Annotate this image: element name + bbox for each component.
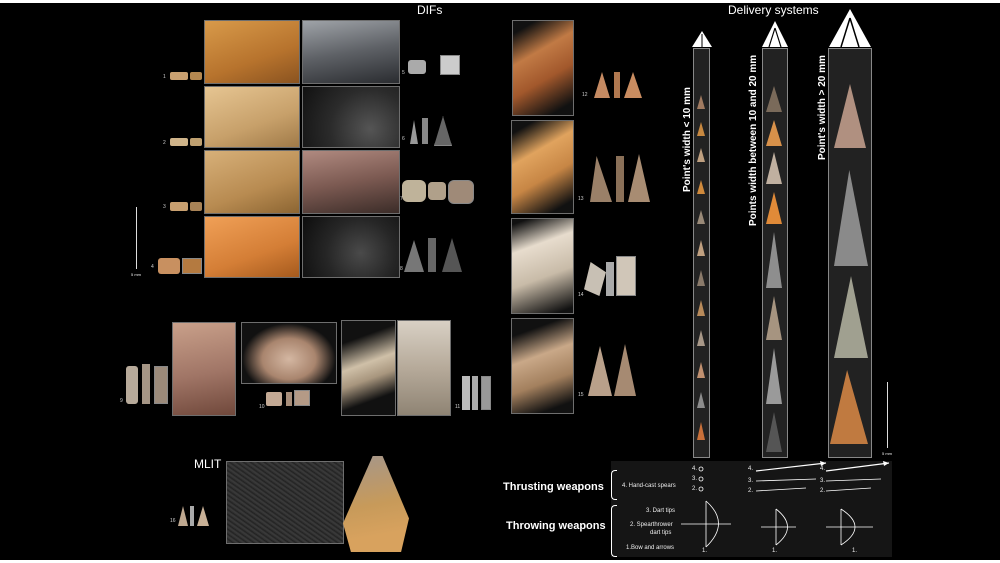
scale-label-right: 5 mm	[882, 451, 892, 456]
figure-number: 15	[578, 392, 584, 398]
artifact-thumb-10	[266, 392, 282, 406]
figure-number: 12	[582, 92, 588, 98]
micro-photo-14	[511, 218, 574, 314]
artifact-thumb-12	[594, 72, 610, 98]
figure-number: 5	[402, 70, 405, 76]
artifact-thumb-8c	[442, 238, 462, 272]
artifact-thumb-4	[158, 258, 180, 274]
artifact-thumb-8	[404, 240, 424, 272]
weapons-diagram	[681, 461, 890, 548]
difs-title: DIFs	[417, 3, 443, 17]
artifact-thumb-16	[178, 506, 188, 526]
micro-photo-11b	[397, 320, 451, 416]
artifact-thumb-9	[126, 366, 138, 404]
artifact-thumb-13	[590, 156, 612, 202]
micro-photo-10	[241, 322, 337, 384]
small-point-icon	[692, 31, 712, 47]
artifact-thumb-3	[170, 202, 188, 211]
artifact-thumb-2b	[190, 138, 202, 146]
figure-number: 16	[170, 518, 176, 524]
figure-number: 4	[151, 264, 154, 270]
micro-photo-4a	[204, 216, 300, 278]
figure-number: 11	[455, 404, 461, 410]
figure-number: 2	[163, 140, 166, 146]
artifact-thumb-8b	[428, 238, 436, 272]
artifact-thumb-16b	[190, 506, 194, 526]
figure-number: 9	[120, 398, 123, 404]
micro-photo-9	[172, 322, 236, 416]
artifact-thumb-15b	[614, 344, 636, 396]
figure-number: 6	[402, 136, 405, 142]
delivery-systems-title: Delivery systems	[728, 3, 819, 17]
micro-photo-13	[511, 120, 574, 214]
micro-photo-3a	[204, 150, 300, 214]
large-point-icon	[829, 9, 871, 48]
artifact-thumb-6c	[434, 116, 452, 146]
artifact-thumb-11c	[481, 376, 491, 410]
artifact-thumb-12b	[614, 72, 620, 98]
artifact-thumb-6b	[422, 118, 428, 144]
artifact-thumb-3b	[190, 202, 202, 211]
micro-photo-1a	[204, 20, 300, 84]
column-label-medium: Points width between 10 and 20 mm	[748, 54, 759, 226]
figure-number: 14	[578, 292, 584, 298]
scale-bar-left	[136, 207, 137, 269]
artifact-thumb-11	[462, 376, 470, 410]
mlit-title: MLIT	[194, 457, 222, 471]
artifact-thumb-6	[410, 120, 418, 144]
artifact-thumb-2	[170, 138, 188, 146]
micro-photo-11a	[341, 320, 396, 416]
artifact-thumb-7c	[448, 180, 474, 204]
artifact-thumb-16c	[197, 506, 209, 526]
figure-number: 7	[400, 196, 403, 202]
artifact-thumb-14b	[606, 262, 614, 296]
figure-number: 3	[163, 204, 166, 210]
artifact-thumb-9b	[142, 364, 150, 404]
artifact-thumb-14c	[616, 256, 636, 296]
column-label-large: Point's width > 20 mm	[817, 55, 828, 160]
micro-photo-1b	[302, 20, 400, 84]
artifact-thumb-13c	[628, 154, 650, 202]
artifact-thumb-13b	[616, 156, 624, 202]
thrusting-weapons-label: Thrusting weapons	[503, 481, 604, 493]
figure-number: 1	[163, 74, 166, 80]
micrograph-mlit	[226, 461, 344, 544]
artifact-thumb-10b	[286, 392, 292, 406]
artifact-thumb-5b	[440, 55, 460, 75]
column-label-small: Point's width < 10 mm	[682, 87, 693, 192]
artifact-thumb-15	[588, 346, 612, 396]
artifact-thumb-11b	[472, 376, 478, 410]
artifact-thumb-5	[408, 60, 426, 74]
artifact-thumb-4b	[182, 258, 202, 274]
medium-point-icon	[762, 21, 788, 48]
scale-label-left: 5 mm	[131, 272, 141, 277]
micro-photo-2b	[302, 86, 400, 148]
micro-photo-4b	[302, 216, 400, 278]
top-border	[0, 0, 1000, 3]
artifact-thumb-1b	[190, 72, 202, 80]
micro-photo-12	[512, 20, 574, 116]
figure-number: 8	[400, 266, 403, 272]
micro-photo-2a	[204, 86, 300, 148]
artifact-thumb-10c	[294, 390, 310, 406]
micro-photo-3b	[302, 150, 400, 214]
artifact-thumb-12c	[624, 72, 642, 98]
scale-bar-right	[887, 382, 888, 448]
artifact-thumb-9c	[154, 366, 168, 404]
micro-photo-15	[511, 318, 574, 414]
throwing-weapons-label: Throwing weapons	[506, 520, 606, 532]
figure-number: 10	[259, 404, 265, 410]
artifact-thumb-7	[402, 180, 426, 202]
figure-number: 13	[578, 196, 584, 202]
artifact-thumb-7b	[428, 182, 446, 200]
artifact-thumb-1	[170, 72, 188, 80]
artifact-thumb-14	[584, 262, 606, 296]
mlit-point-photo	[343, 456, 409, 552]
